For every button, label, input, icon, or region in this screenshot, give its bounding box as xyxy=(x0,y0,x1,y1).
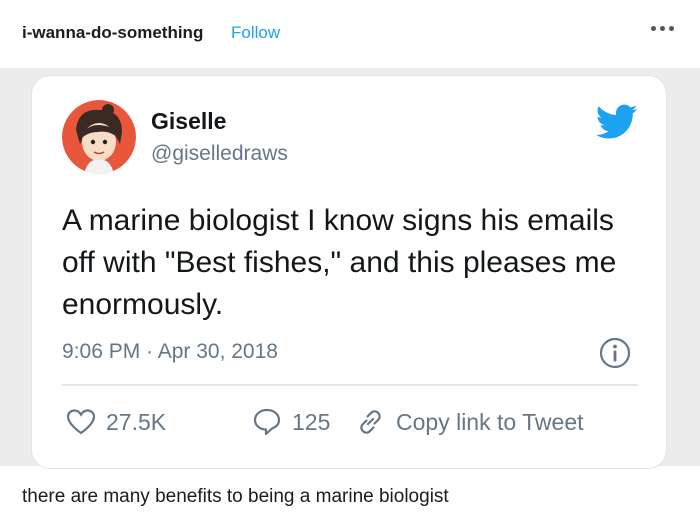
blog-username[interactable]: i-wanna-do-something xyxy=(22,23,203,43)
twitter-bird-icon xyxy=(595,104,638,140)
divider xyxy=(62,384,638,386)
tweet-card: Giselle @giselledraws A marine biologist… xyxy=(32,76,666,468)
tweet-text: A marine biologist I know signs his emai… xyxy=(62,204,617,321)
tweet-author-name[interactable]: Giselle xyxy=(151,108,226,135)
ellipsis-icon[interactable] xyxy=(646,15,678,41)
link-icon xyxy=(354,406,386,438)
copy-link-button[interactable]: Copy link to Tweet xyxy=(354,404,584,440)
heart-icon xyxy=(66,408,96,436)
info-icon[interactable] xyxy=(598,336,632,370)
reply-bubble-icon xyxy=(252,407,282,437)
post-header: i-wanna-do-something Follow xyxy=(0,0,700,68)
like-count: 27.5K xyxy=(106,408,167,435)
avatar xyxy=(62,100,136,174)
follow-button[interactable]: Follow xyxy=(231,23,280,43)
tweet-timestamp[interactable]: 9:06 PM · Apr 30, 2018 xyxy=(62,340,278,364)
copy-link-label: Copy link to Tweet xyxy=(396,408,584,435)
tweet-author-handle[interactable]: @giselledraws xyxy=(151,142,288,166)
tweet-actions: 27.5K 125 Copy link to Tweet xyxy=(62,404,642,444)
post-caption: there are many benefits to being a marin… xyxy=(22,486,449,507)
reply-button[interactable]: 125 xyxy=(252,404,330,440)
reply-count: 125 xyxy=(292,408,331,435)
like-button[interactable]: 27.5K xyxy=(66,404,166,440)
